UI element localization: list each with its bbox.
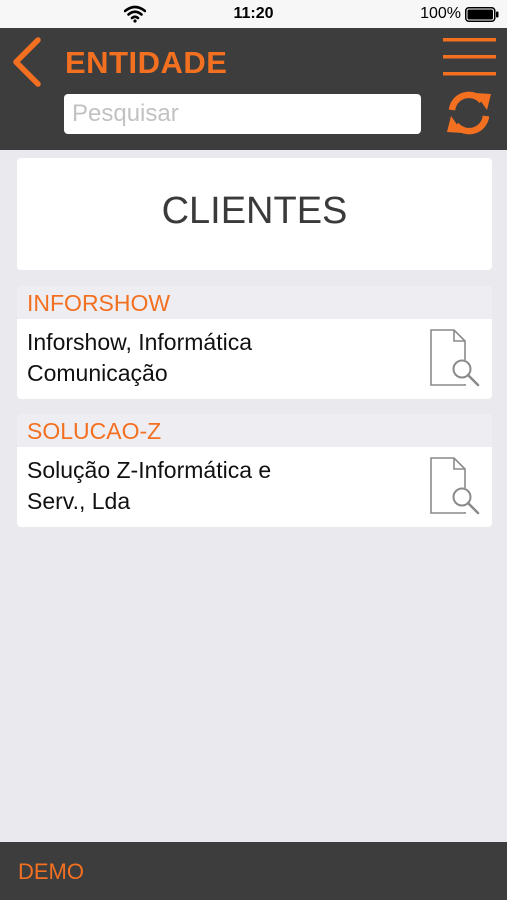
document-search-icon[interactable] bbox=[427, 327, 483, 387]
battery-icon bbox=[465, 7, 499, 22]
battery-percentage: 100% bbox=[420, 5, 461, 22]
client-code: SOLUCAO-Z bbox=[27, 418, 162, 444]
client-card[interactable]: INFORSHOW Inforshow, Informática Comunic… bbox=[17, 286, 492, 399]
client-name-line: Comunicação bbox=[27, 360, 168, 386]
client-code-bar: SOLUCAO-Z bbox=[17, 414, 492, 447]
client-name-line: Serv., Lda bbox=[27, 488, 131, 514]
section-header-card: CLIENTES bbox=[17, 158, 492, 270]
hamburger-menu-icon[interactable] bbox=[443, 38, 496, 76]
footer-bar: DEMO bbox=[0, 842, 507, 900]
client-name-line: Solução Z-Informática e bbox=[27, 457, 272, 483]
document-search-icon[interactable] bbox=[427, 455, 483, 515]
section-title: CLIENTES bbox=[161, 190, 348, 232]
client-code: INFORSHOW bbox=[27, 290, 171, 316]
status-bar: 11:20 100% bbox=[0, 0, 507, 28]
footer-label: DEMO bbox=[18, 859, 84, 884]
client-name-line: Inforshow, Informática bbox=[27, 329, 252, 355]
client-name: Solução Z-Informática e Serv., Lda bbox=[27, 455, 407, 517]
search-input[interactable] bbox=[64, 94, 421, 134]
page-title: ENTIDADE bbox=[65, 45, 228, 80]
chevron-left-icon[interactable] bbox=[10, 34, 44, 90]
refresh-icon[interactable] bbox=[444, 88, 494, 138]
app-header: ENTIDADE bbox=[0, 28, 507, 150]
client-card[interactable]: SOLUCAO-Z Solução Z-Informática e Serv.,… bbox=[17, 414, 492, 527]
client-name: Inforshow, Informática Comunicação bbox=[27, 327, 407, 389]
client-code-bar: INFORSHOW bbox=[17, 286, 492, 319]
